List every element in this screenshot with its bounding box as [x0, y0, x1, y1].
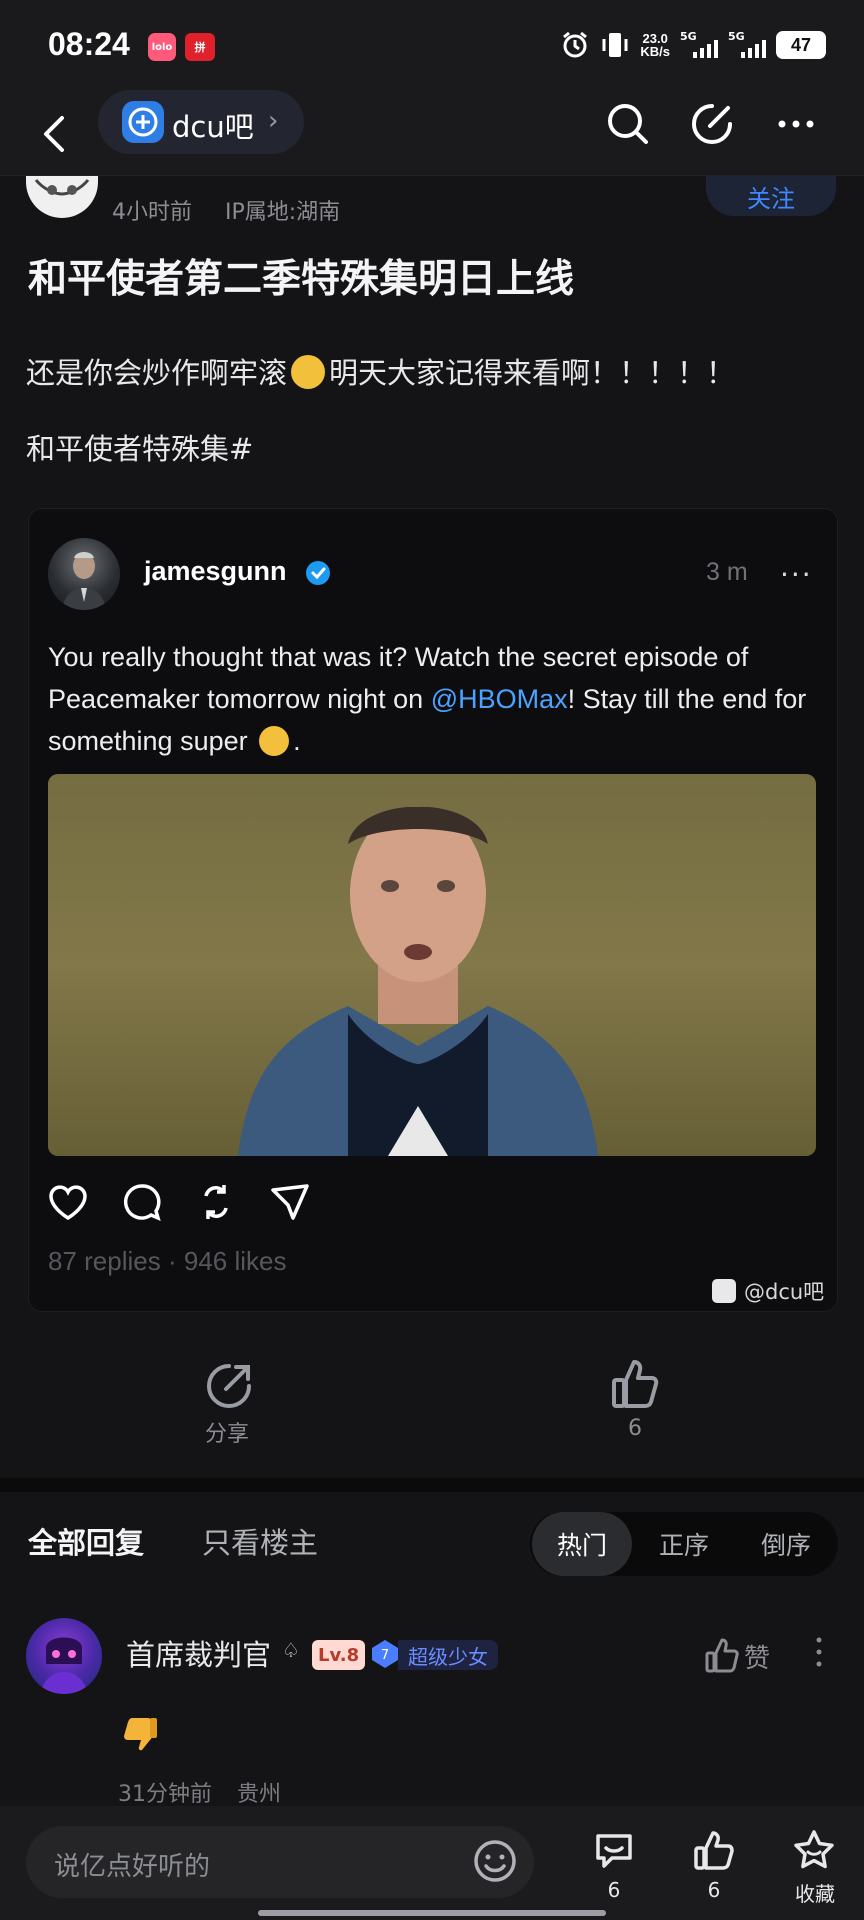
chevron-right-icon: › — [268, 106, 279, 136]
favorite-label[interactable]: 收藏 — [790, 1878, 840, 1907]
vibrate-icon — [602, 33, 628, 57]
alarm-icon — [563, 31, 588, 58]
tweet-actions — [46, 1180, 312, 1224]
author-avatar[interactable] — [26, 176, 98, 218]
level-badge: Lv.8 — [312, 1640, 366, 1670]
sort-hot-button[interactable]: 热门 — [532, 1512, 632, 1576]
tab-all-replies[interactable]: 全部回复 — [28, 1520, 144, 1562]
crown-icon: ♤ — [282, 1638, 300, 1662]
back-arrow-icon[interactable] — [34, 110, 74, 158]
status-indicators: 23.0 KB/s 5G 5G 47 — [560, 30, 826, 60]
tweet-username: jamesgunn — [144, 556, 287, 586]
share-label[interactable]: 分享 — [205, 1416, 249, 1448]
edit-icon[interactable] — [688, 100, 736, 148]
share-icon[interactable] — [204, 1362, 254, 1410]
reply-icon — [123, 1184, 161, 1222]
app-notification-icon: lolo — [148, 33, 176, 61]
search-icon[interactable] — [604, 100, 652, 148]
home-indicator[interactable] — [258, 1910, 606, 1916]
comment-like-label[interactable]: 赞 — [744, 1638, 770, 1675]
net-speed: 23.0 KB/s — [640, 31, 670, 59]
forum-name: dcu吧 — [172, 110, 254, 144]
gem-badge-icon: 7 — [370, 1638, 400, 1670]
comment-location: 贵州 — [237, 1782, 282, 1807]
comment-icon[interactable] — [592, 1828, 636, 1872]
post-time: 4小时前 — [112, 200, 192, 225]
title-badge: 超级少女 — [398, 1640, 498, 1670]
emoji-icon[interactable] — [472, 1838, 518, 1884]
sort-desc-button[interactable]: 倒序 — [736, 1512, 836, 1576]
section-divider — [0, 1478, 864, 1492]
tweet-text: You really thought that was it? Watch th… — [48, 642, 807, 756]
comment-count: 6 — [607, 1878, 621, 1902]
tweet-photo — [48, 774, 816, 1156]
commenter-avatar[interactable] — [26, 1618, 102, 1694]
hugging-emoji-icon — [291, 355, 326, 389]
like-count: 6 — [628, 1416, 642, 1441]
commenter-name[interactable]: 首席裁判官 — [126, 1632, 271, 1674]
bottom-like-count: 6 — [707, 1878, 721, 1902]
tab-host-only[interactable]: 只看楼主 — [202, 1520, 318, 1562]
like-icon[interactable] — [692, 1828, 736, 1872]
comment-time: 31分钟前 — [118, 1782, 212, 1807]
tweet-time: 3 m — [706, 558, 748, 586]
post-title: 和平使者第二季特殊集明日上线 — [28, 257, 575, 302]
tieba-logo-icon — [712, 1279, 736, 1303]
follow-button[interactable]: 关注 — [706, 176, 836, 216]
verified-badge-icon — [306, 561, 330, 585]
post-body: 还是你会炒作啊牢滚 明天大家记得来看啊！！！！！ — [26, 355, 736, 390]
status-bar: 08:24 lolo 拼 23.0 KB/s 5G 5G 47 — [0, 0, 864, 92]
tweet-stats: 87 replies · 946 likes — [48, 1246, 287, 1276]
tweet-author-avatar — [48, 538, 120, 610]
sort-asc-button[interactable]: 正序 — [634, 1512, 734, 1576]
winking-emoji-icon — [259, 726, 290, 756]
thumbs-up-icon[interactable] — [610, 1356, 660, 1410]
repost-icon — [204, 1185, 228, 1219]
status-time: 08:24 — [48, 26, 130, 62]
battery-icon: 47 — [776, 31, 826, 59]
signal-5g-icon-2: 5G — [728, 30, 766, 60]
tweet-more-icon: ··· — [780, 558, 813, 591]
comment-thumbs-up-icon[interactable] — [704, 1636, 740, 1674]
star-icon[interactable] — [792, 1828, 836, 1872]
forum-logo-icon — [122, 101, 164, 143]
reply-input-placeholder: 说亿点好听的 — [54, 1852, 211, 1882]
post-meta: 4小时前 IP属地:湖南 — [112, 194, 366, 226]
more-icon[interactable] — [772, 100, 820, 148]
signal-5g-icon: 5G — [680, 30, 718, 60]
svg-text:7: 7 — [381, 1648, 389, 1663]
thumbs-down-emoji-icon — [124, 1718, 157, 1751]
send-icon — [271, 1184, 309, 1220]
heart-icon — [49, 1185, 87, 1221]
comment-meta: 31分钟前 贵州 — [118, 1776, 299, 1808]
app-notification-icon-2: 拼 — [185, 33, 215, 61]
comment-more-icon[interactable] — [812, 1634, 826, 1670]
image-watermark: @dcu吧 — [712, 1276, 824, 1306]
post-ip-location: IP属地:湖南 — [225, 200, 341, 225]
post-hashtag[interactable]: 和平使者特殊集# — [26, 426, 253, 468]
